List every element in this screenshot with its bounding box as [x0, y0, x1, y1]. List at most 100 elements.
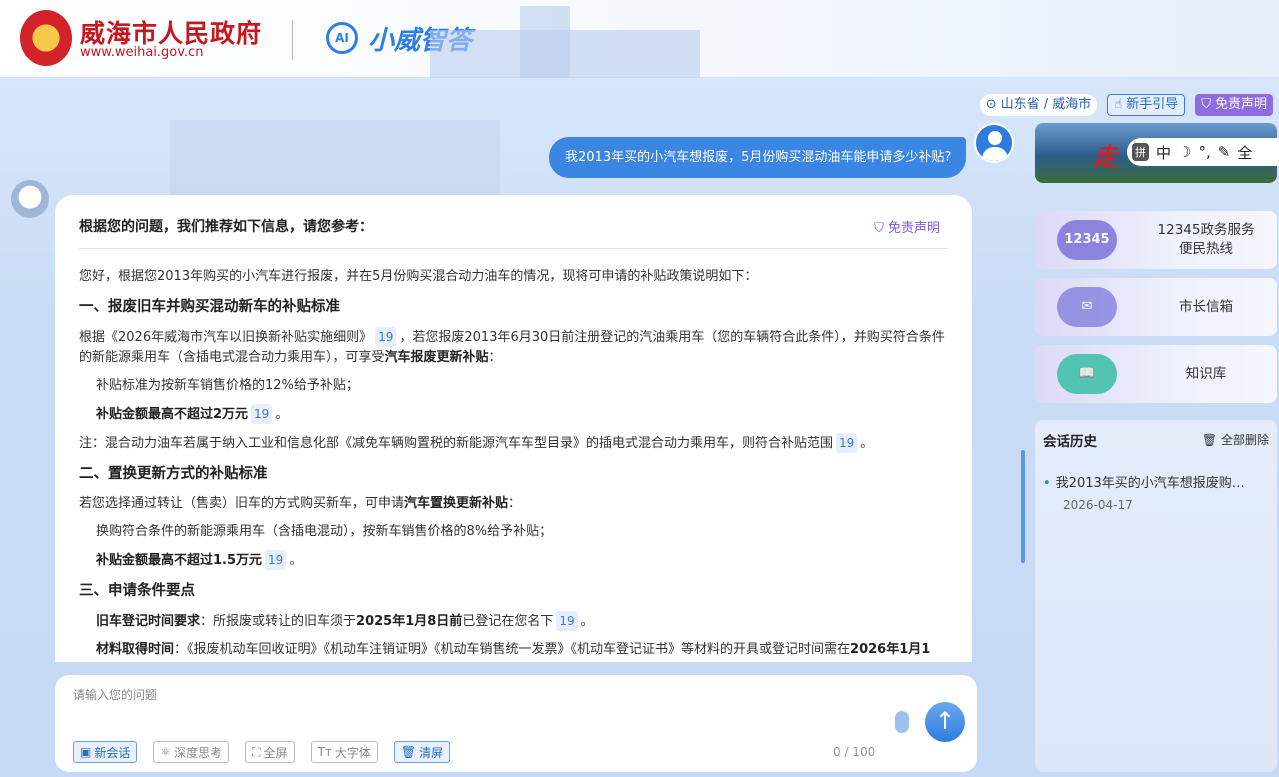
paragraph: 补贴金额最高不超过2万元19。	[79, 404, 949, 425]
paragraph: 根据《2026年威海市汽车以旧换新补贴实施细则》19，若您报废2013年6月30…	[79, 327, 949, 368]
fullscreen-icon: ⛶	[252, 745, 260, 760]
disclaimer-button[interactable]: ⛉免责声明	[1195, 94, 1273, 116]
bold-text: 补贴金额最高不超过2万元	[96, 407, 248, 422]
service-icon: ✉	[1057, 287, 1117, 327]
location-label: 山东省 / 威海市	[1001, 95, 1092, 115]
service-card[interactable]: 📖知识库	[1035, 345, 1277, 403]
divider	[79, 248, 948, 249]
text: ：	[489, 350, 502, 365]
shield-icon: ⛉	[874, 221, 888, 236]
ime-button[interactable]: 中	[1156, 142, 1171, 163]
ime-button[interactable]: ☽	[1178, 143, 1191, 161]
trash-icon: 🗑	[401, 745, 416, 759]
tool-label: 深度思考	[174, 744, 222, 761]
ai-logo-icon: AI	[326, 22, 358, 54]
tool-label: 大字体	[335, 744, 371, 761]
skyline-decoration	[520, 6, 570, 78]
assistant-avatar	[11, 180, 49, 218]
service-icon: 12345	[1057, 220, 1117, 260]
guide-button[interactable]: ☝新手引导	[1107, 94, 1185, 116]
tool-fullscreen-button[interactable]: ⛶ 全屏	[245, 741, 294, 763]
tool-font-size-button[interactable]: Tт大字体	[311, 741, 378, 763]
section-heading: 二、置换更新方式的补贴标准	[79, 462, 949, 483]
location-pin-icon: ⊙	[986, 95, 997, 115]
user-avatar	[974, 123, 1014, 163]
input-toolbar: ▣新会话 ⚛深度思考 ⛶ 全屏 Tт大字体 🗑清屏	[73, 741, 450, 763]
microphone-icon[interactable]	[895, 711, 909, 733]
bold-text: 2026年1月1	[850, 642, 930, 657]
paragraph: 补贴标准为按新车销售价格的12%给予补贴；	[79, 376, 949, 396]
text: 。	[289, 553, 302, 568]
tool-label: 全屏	[264, 744, 288, 761]
text: 已登记在您名下	[462, 614, 553, 629]
paragraph: 旧车登记时间要求：所报废或转让的旧车须于2025年1月8日前已登记在您名下19。	[79, 611, 949, 632]
bold-text: 旧车登记时间要求	[96, 614, 200, 629]
font-size-icon: Tт	[318, 745, 332, 759]
paragraph: 您好，根据您2013年购买的小汽车进行报废，并在5月份购买混合动力油车的情况，现…	[79, 267, 949, 287]
service-icon: 📖	[1057, 354, 1117, 394]
user-message: 我2013年买的小汽车想报废，5月份购买混动油车能申请多少补贴?	[549, 137, 966, 178]
service-card[interactable]: ✉市长信箱	[1035, 278, 1277, 336]
answer-card: 根据您的问题，我们推荐如下信息，请您参考： ⛉ 免责声明 您好，根据您2013年…	[55, 195, 972, 662]
send-button[interactable]: ↑	[925, 702, 965, 742]
delete-all-label: 全部删除	[1221, 433, 1269, 447]
site-url[interactable]: www.weihai.gov.cn	[80, 45, 203, 60]
text: 。	[860, 436, 873, 451]
section-heading: 三、申请条件要点	[79, 579, 949, 600]
bold-text: 汽车报废更新补贴	[385, 350, 489, 365]
bold-text: 2025年1月8日前	[356, 614, 462, 629]
tool-label: 新会话	[94, 744, 130, 761]
history-item[interactable]: 我2013年买的小汽车想报废购…	[1053, 472, 1245, 491]
tool-label: 清屏	[419, 744, 443, 761]
citation-ref[interactable]: 19	[375, 327, 396, 347]
history-title: 会话历史	[1043, 430, 1097, 450]
text: ：所报废或转让的旧车须于	[200, 614, 356, 629]
ime-button[interactable]: 全	[1237, 142, 1252, 163]
text: 根据《2026年威海市汽车以旧换新补贴实施细则》	[79, 330, 372, 345]
answer-disclaimer-link[interactable]: ⛉ 免责声明	[874, 217, 940, 236]
trash-icon: 🗑	[1202, 433, 1221, 447]
text: ：《报废机动车回收证明》《机动车注销证明》《机动车销售统一发票》《机动车登记证书…	[174, 642, 850, 657]
scrollbar[interactable]	[1021, 450, 1025, 563]
question-input[interactable]: 请输入您的问题	[73, 686, 157, 703]
service-card[interactable]: 1234512345政务服务 便民热线	[1035, 211, 1277, 269]
question-input-box[interactable]: 请输入您的问题 ▣新会话 ⚛深度思考 ⛶ 全屏 Tт大字体 🗑清屏 0 / 100 ↑	[55, 675, 977, 772]
answer-disclaimer-label: 免责声明	[888, 221, 940, 236]
location-selector[interactable]: ⊙山东省 / 威海市	[980, 94, 1098, 116]
bold-text: 材料取得时间	[96, 642, 174, 657]
ime-button[interactable]: °,	[1198, 143, 1210, 161]
text: 一、报废旧车并购买混动新车的补贴标准	[79, 299, 340, 315]
paragraph: 若您选择通过转让（售卖）旧车的方式购买新车，可申请汽车置换更新补贴：	[79, 494, 949, 514]
citation-ref[interactable]: 19	[251, 404, 272, 424]
text: 换购符合条件的新能源乘用车（含插电混动），按新车销售价格的8%给予补贴；	[96, 524, 552, 539]
text: 补贴标准为按新车销售价格的12%给予补贴；	[96, 378, 359, 393]
divider	[292, 20, 293, 60]
tool-new-chat-button[interactable]: ▣新会话	[73, 741, 137, 763]
disclaimer-label: 免责声明	[1215, 95, 1267, 115]
site-header: 威海市人民政府 www.weihai.gov.cn AI 小威智答	[0, 0, 1279, 78]
paragraph: 换购符合条件的新能源乘用车（含插电混动），按新车销售价格的8%给予补贴；	[79, 522, 949, 542]
ime-toolbar: 拼中 ☽ °, ✎ 全	[1127, 138, 1279, 166]
text: 注：混合动力油车若属于纳入工业和信息化部《减免车辆购置税的新能源汽车车型目录》的…	[79, 436, 833, 451]
history-panel: 会话历史 🗑 全部删除 我2013年买的小汽车想报废购… 2026-04-17	[1035, 420, 1277, 772]
text: 若您选择通过转让（售卖）旧车的方式购买新车，可申请	[79, 496, 404, 511]
citation-ref[interactable]: 19	[265, 550, 286, 570]
bold-text: 补贴金额最高不超过1.5万元	[96, 553, 262, 568]
hand-pointer-icon: ☝	[1114, 95, 1122, 115]
answer-title: 根据您的问题，我们推荐如下信息，请您参考：	[79, 216, 373, 236]
ime-button[interactable]: 拼	[1132, 143, 1149, 161]
section-heading: 一、报废旧车并购买混动新车的补贴标准	[79, 295, 949, 316]
tool-trash-button[interactable]: 🗑清屏	[394, 741, 450, 763]
top-actions: ⊙山东省 / 威海市 ☝新手引导 ⛉免责声明	[980, 94, 1273, 116]
char-counter: 0 / 100	[833, 745, 875, 759]
delete-all-button[interactable]: 🗑 全部删除	[1202, 431, 1269, 448]
citation-ref[interactable]: 19	[836, 433, 857, 453]
ime-button[interactable]: ✎	[1218, 143, 1231, 161]
answer-content: 您好，根据您2013年购买的小汽车进行报废，并在5月份购买混合动力油车的情况，现…	[79, 267, 949, 662]
shield-icon: ⛉	[1201, 95, 1211, 115]
citation-ref[interactable]: 19	[556, 611, 577, 631]
skyline-decoration	[170, 120, 500, 195]
tool-atom-button[interactable]: ⚛深度思考	[153, 741, 229, 763]
text: 三、申请条件要点	[79, 583, 195, 599]
guide-label: 新手引导	[1126, 95, 1178, 115]
